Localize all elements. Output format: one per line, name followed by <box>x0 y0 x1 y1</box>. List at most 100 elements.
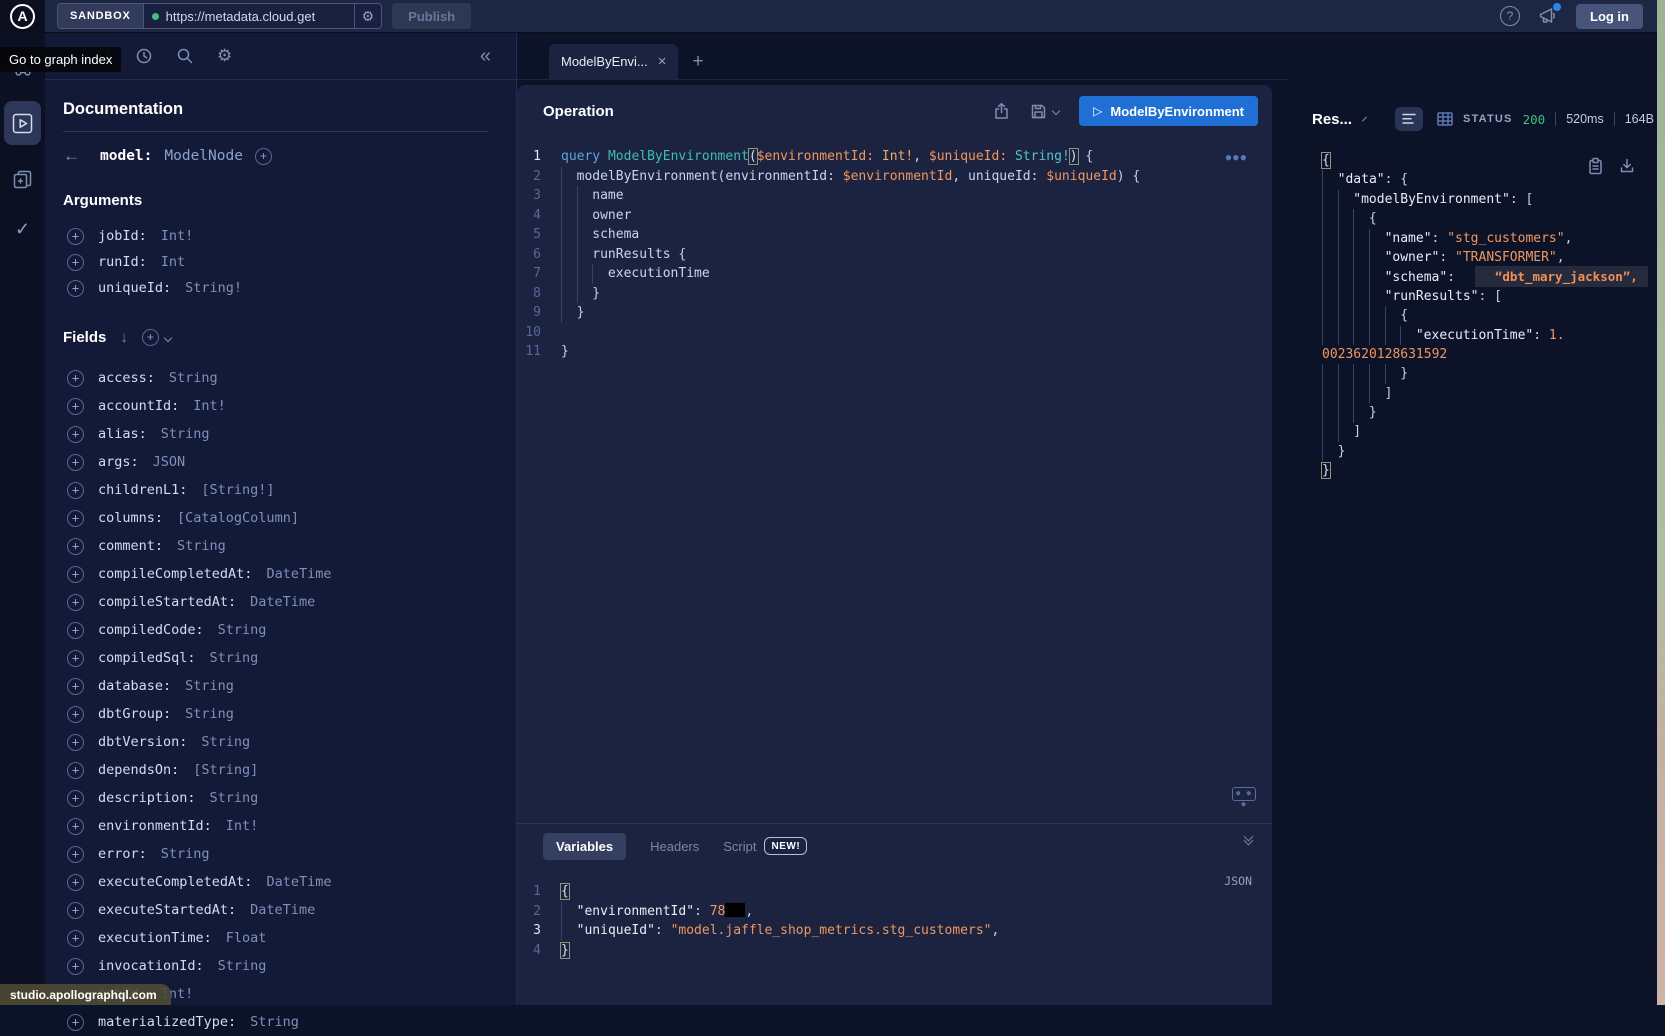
field-row[interactable]: +materializedType: String <box>63 1008 488 1036</box>
argument-row[interactable]: +uniqueId: String! <box>63 275 488 301</box>
announcements-button[interactable] <box>1538 7 1558 25</box>
operation-tab[interactable]: ModelByEnvi... × <box>549 44 678 79</box>
add-to-query-icon[interactable]: + <box>67 398 84 415</box>
field-row[interactable]: +executionTime: Float <box>63 924 488 952</box>
tab-title: ModelByEnvi... <box>561 54 648 69</box>
explorer-nav-button[interactable] <box>4 101 41 145</box>
tab-variables[interactable]: Variables <box>543 833 626 860</box>
field-row[interactable]: +comment: String <box>63 532 488 560</box>
add-to-query-icon[interactable]: + <box>67 280 84 297</box>
add-to-query-icon[interactable]: + <box>67 1014 84 1031</box>
field-row[interactable]: +args: JSON <box>63 448 488 476</box>
help-button[interactable]: ? <box>1500 6 1520 26</box>
add-all-fields-button[interactable]: + <box>142 329 171 346</box>
response-dropdown-icon[interactable] <box>1362 117 1367 122</box>
table-view-icon[interactable] <box>1437 112 1453 126</box>
field-row[interactable]: +dbtGroup: String <box>63 700 488 728</box>
tab-headers[interactable]: Headers <box>650 839 699 854</box>
field-row[interactable]: +description: String <box>63 784 488 812</box>
field-row[interactable]: +executeCompletedAt: DateTime <box>63 868 488 896</box>
plus-circle-icon: + <box>142 329 159 346</box>
field-row[interactable]: +compiledCode: String <box>63 616 488 644</box>
add-to-query-icon[interactable]: + <box>67 228 84 245</box>
add-to-query-icon[interactable]: + <box>67 538 84 555</box>
line-options-icon[interactable]: ●●● <box>1226 153 1248 163</box>
add-to-query-icon[interactable]: + <box>67 846 84 863</box>
sort-arrow-icon[interactable]: ↓ <box>120 329 128 346</box>
add-to-query-icon[interactable]: + <box>67 454 84 471</box>
argument-row[interactable]: +jobId: Int! <box>63 223 488 249</box>
tree-view-toggle[interactable] <box>1395 107 1423 131</box>
field-row[interactable]: +childrenL1: [String!] <box>63 476 488 504</box>
field-row[interactable]: +error: String <box>63 840 488 868</box>
download-response-icon[interactable] <box>1619 157 1635 174</box>
add-to-query-icon[interactable]: + <box>67 762 84 779</box>
history-icon[interactable] <box>135 47 153 65</box>
add-to-query-icon[interactable]: + <box>67 566 84 583</box>
add-to-query-icon[interactable]: + <box>67 790 84 807</box>
apollo-logo-container[interactable]: A <box>0 0 45 33</box>
add-to-query-icon[interactable]: + <box>67 734 84 751</box>
add-to-query-icon[interactable]: + <box>67 650 84 667</box>
settings-gear-icon[interactable]: ⚙ <box>217 46 232 66</box>
field-row[interactable]: +accountId: Int! <box>63 392 488 420</box>
code-line: 1{ <box>517 882 1272 902</box>
code-line: { <box>1322 306 1657 325</box>
run-operation-button[interactable]: ▷ ModelByEnvironment <box>1079 96 1258 126</box>
argument-row[interactable]: +runId: Int <box>63 249 488 275</box>
add-to-query-icon[interactable]: + <box>67 930 84 947</box>
add-to-query-icon[interactable]: + <box>67 254 84 271</box>
tree-view-icon <box>1402 113 1416 125</box>
field-row[interactable]: +invocationId: String <box>63 952 488 980</box>
add-to-query-icon[interactable]: + <box>67 426 84 443</box>
field-row[interactable]: +access: String <box>63 364 488 392</box>
publish-button[interactable]: Publish <box>392 3 471 29</box>
add-to-query-icon[interactable]: + <box>67 706 84 723</box>
close-tab-icon[interactable]: × <box>658 54 667 69</box>
share-icon[interactable] <box>993 102 1010 120</box>
endpoint-url-box[interactable]: https://metadata.cloud.get <box>144 4 354 28</box>
field-row[interactable]: +alias: String <box>63 420 488 448</box>
code-line: 11} <box>517 342 1272 362</box>
divider <box>63 131 488 132</box>
copy-response-icon[interactable] <box>1588 157 1603 175</box>
field-row[interactable]: +compileCompletedAt: DateTime <box>63 560 488 588</box>
background-window-sliver <box>1657 0 1665 1005</box>
add-to-query-icon[interactable]: + <box>67 622 84 639</box>
save-group[interactable] <box>1030 103 1059 120</box>
add-to-query-icon[interactable]: + <box>67 902 84 919</box>
add-to-query-icon[interactable]: + <box>67 594 84 611</box>
checklist-nav-button[interactable]: ✓ <box>0 209 45 249</box>
keyboard-shortcuts-icon[interactable]: ● ● ● <box>1232 787 1256 801</box>
search-icon[interactable] <box>176 47 194 65</box>
field-row[interactable]: +dbtVersion: String <box>63 728 488 756</box>
schema-nav-button[interactable] <box>0 159 45 199</box>
add-to-query-icon[interactable]: + <box>67 818 84 835</box>
field-row[interactable]: +dependsOn: [String] <box>63 756 488 784</box>
tab-script[interactable]: Script NEW! <box>723 837 807 855</box>
connection-status-dot <box>152 13 159 20</box>
endpoint-url[interactable]: https://metadata.cloud.get <box>166 9 316 24</box>
type-name[interactable]: ModelNode <box>164 148 243 164</box>
back-arrow-icon[interactable]: ← <box>63 146 80 166</box>
field-row[interactable]: +columns: [CatalogColumn] <box>63 504 488 532</box>
new-tab-button[interactable]: + <box>692 52 703 71</box>
add-to-query-icon[interactable]: + <box>67 678 84 695</box>
collapse-variables-icon[interactable] <box>1245 836 1252 844</box>
add-to-query-icon[interactable]: + <box>67 370 84 387</box>
field-row[interactable]: +database: String <box>63 672 488 700</box>
field-row[interactable]: +compiledSql: String <box>63 644 488 672</box>
field-row[interactable]: +environmentId: Int! <box>63 812 488 840</box>
login-button[interactable]: Log in <box>1576 4 1643 29</box>
variables-editor[interactable]: JSON 1{2"environmentId": 78,3"uniqueId":… <box>517 868 1272 960</box>
field-row[interactable]: +compileStartedAt: DateTime <box>63 588 488 616</box>
add-to-query-icon[interactable]: + <box>67 874 84 891</box>
add-to-query-icon[interactable]: + <box>67 482 84 499</box>
add-to-query-icon[interactable]: + <box>67 510 84 527</box>
endpoint-settings-button[interactable]: ⚙ <box>354 4 382 28</box>
add-to-query-icon[interactable]: + <box>67 958 84 975</box>
field-row[interactable]: +executeStartedAt: DateTime <box>63 896 488 924</box>
collapse-panel-icon[interactable]: « <box>480 46 491 66</box>
operation-editor[interactable]: ●●● ● ● ● 1query ModelByEnvironment($env… <box>517 137 1272 823</box>
add-type-icon[interactable]: + <box>255 148 272 165</box>
